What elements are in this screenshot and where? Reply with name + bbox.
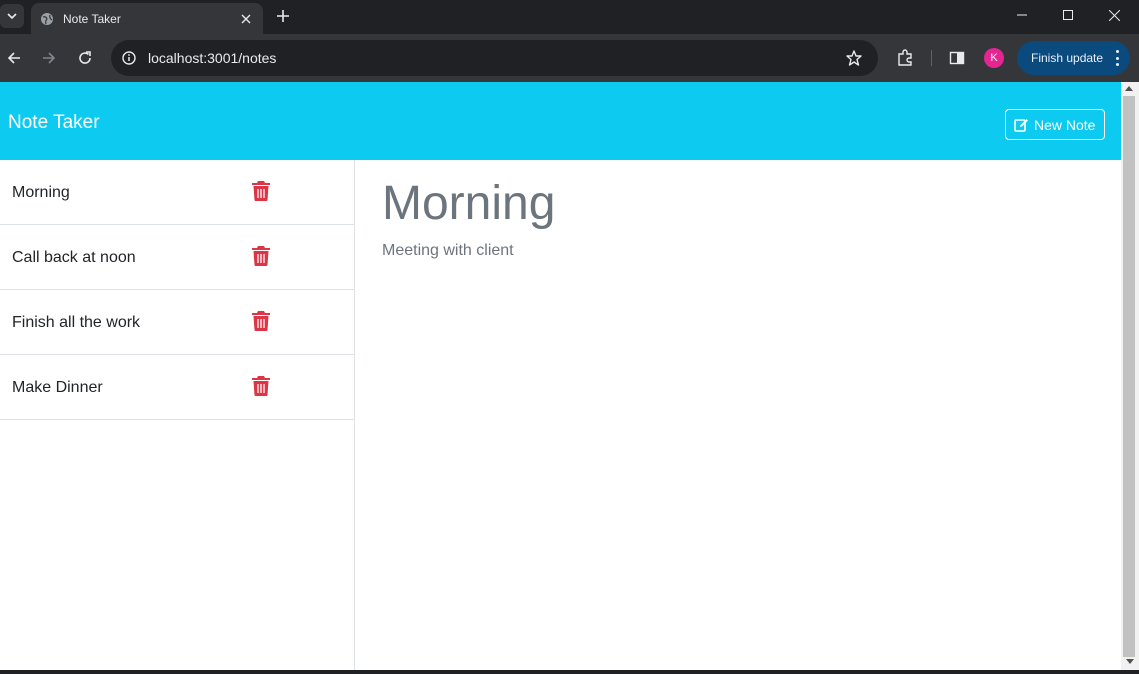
browser-toolbar: localhost:3001/notes K Finish update [0, 34, 1139, 82]
list-item[interactable]: Finish all the work [0, 290, 354, 355]
arrow-right-icon [43, 52, 56, 64]
close-window-button[interactable] [1091, 0, 1137, 30]
trash-icon[interactable] [252, 246, 270, 266]
chevron-down-icon [7, 13, 17, 20]
scroll-down-arrow-icon[interactable] [1126, 659, 1134, 664]
page-viewport: Note Taker New Note Morning Call back at… [0, 82, 1139, 670]
note-list-title[interactable]: Finish all the work [12, 314, 140, 332]
note-list-title[interactable]: Morning [12, 184, 70, 202]
more-vertical-icon [1114, 50, 1120, 66]
profile-avatar[interactable]: K [984, 48, 1004, 68]
note-text-area[interactable]: Meeting with client [382, 242, 514, 260]
toolbar-divider [931, 50, 932, 66]
info-icon[interactable] [120, 49, 138, 67]
note-list: Morning Call back at noon Finish all the… [0, 160, 355, 670]
address-bar[interactable]: localhost:3001/notes [111, 40, 878, 76]
maximize-button[interactable] [1045, 0, 1091, 30]
side-panel-icon[interactable] [946, 47, 968, 69]
new-tab-button[interactable] [272, 5, 294, 27]
extensions-icon[interactable] [894, 47, 916, 69]
star-icon[interactable] [844, 48, 864, 68]
trash-icon[interactable] [252, 376, 270, 396]
note-list-title[interactable]: Make Dinner [12, 379, 103, 397]
vertical-scrollbar[interactable] [1121, 82, 1139, 670]
browser-tab[interactable]: Note Taker [31, 3, 263, 34]
trash-icon[interactable] [252, 311, 270, 331]
edit-icon [1014, 118, 1028, 132]
finish-update-label: Finish update [1031, 51, 1104, 65]
app-navbar: Note Taker New Note [0, 82, 1121, 160]
back-button[interactable] [2, 46, 26, 70]
list-item[interactable]: Call back at noon [0, 225, 354, 290]
globe-icon [39, 11, 55, 27]
close-icon [1108, 9, 1120, 21]
minimize-button[interactable] [999, 0, 1045, 30]
list-item[interactable]: Make Dinner [0, 355, 354, 420]
tab-title: Note Taker [63, 11, 121, 26]
plus-icon [277, 10, 289, 22]
forward-button[interactable] [37, 46, 61, 70]
note-list-title[interactable]: Call back at noon [12, 249, 136, 267]
url-text[interactable]: localhost:3001/notes [148, 50, 276, 66]
reload-icon [79, 51, 91, 64]
note-title-input[interactable]: Morning [382, 176, 555, 231]
new-note-label: New Note [1034, 116, 1096, 133]
close-icon[interactable] [237, 10, 255, 28]
scroll-up-arrow-icon[interactable] [1125, 86, 1133, 91]
window-bottom-edge [0, 670, 1139, 674]
minimize-icon [1017, 14, 1027, 16]
list-item[interactable]: Morning [0, 160, 354, 225]
note-editor: Morning Meeting with client [382, 160, 1112, 670]
tab-strip: Note Taker [0, 0, 1139, 34]
tab-search-button[interactable] [0, 4, 24, 28]
reload-button[interactable] [73, 46, 97, 70]
finish-update-button[interactable]: Finish update [1017, 41, 1130, 75]
trash-icon[interactable] [252, 181, 270, 201]
maximize-icon [1063, 10, 1073, 20]
app-brand[interactable]: Note Taker [8, 112, 100, 134]
scroll-thumb[interactable] [1123, 96, 1135, 657]
new-note-button[interactable]: New Note [1005, 109, 1105, 140]
arrow-left-icon [7, 52, 20, 64]
